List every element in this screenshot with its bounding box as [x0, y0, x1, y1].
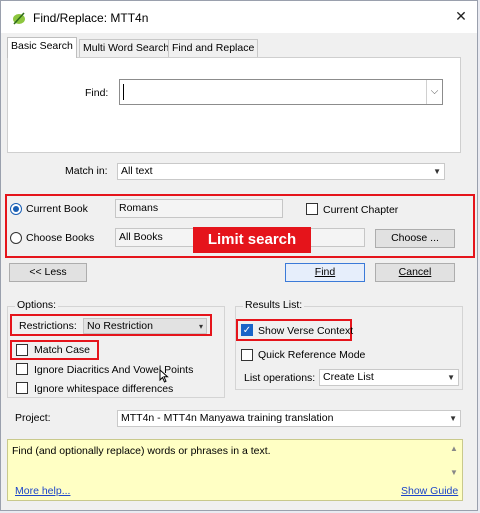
list-operations-select[interactable]: Create List ▼	[319, 369, 459, 386]
choose-books-radio[interactable]	[10, 232, 22, 244]
current-book-label: Current Book	[26, 203, 88, 215]
restrictions-value: No Restriction	[87, 320, 153, 332]
current-book-radio[interactable]	[10, 203, 22, 215]
more-help-link[interactable]: More help...	[15, 485, 70, 497]
help-text: Find (and optionally replace) words or p…	[12, 445, 271, 457]
project-value: MTT4n - MTT4n Manyawa training translati…	[121, 412, 334, 424]
quick-reference-label: Quick Reference Mode	[258, 349, 366, 361]
find-button[interactable]: Find	[285, 263, 365, 282]
list-operations-label: List operations:	[244, 372, 316, 384]
options-title: Options:	[15, 299, 59, 311]
text-caret	[123, 84, 124, 100]
dropdown-arrow-icon: ▾	[198, 322, 203, 331]
current-chapter-checkbox[interactable]	[306, 203, 318, 215]
scroll-up-icon[interactable]: ▲	[450, 444, 458, 453]
scroll-down-icon[interactable]: ▼	[450, 468, 458, 477]
ignore-diacritics-checkbox[interactable]	[16, 363, 28, 375]
find-panel	[7, 57, 461, 153]
restrictions-label: Restrictions:	[19, 320, 77, 332]
find-input[interactable]: ⌵	[119, 79, 443, 105]
ignore-whitespace-label: Ignore whitespace differences	[34, 383, 174, 395]
ignore-whitespace-checkbox[interactable]	[16, 382, 28, 394]
restrictions-select[interactable]: No Restriction ▾	[83, 318, 207, 334]
ignore-diacritics-label: Ignore Diacritics And Vowel Points	[34, 364, 194, 376]
close-icon[interactable]: ✕	[453, 8, 469, 24]
project-select[interactable]: MTT4n - MTT4n Manyawa training translati…	[117, 410, 461, 427]
match-case-checkbox[interactable]	[16, 344, 28, 356]
dropdown-arrow-icon: ▼	[447, 373, 455, 382]
limit-search-callout: Limit search	[193, 227, 311, 253]
choose-books-button[interactable]: Choose ...	[375, 229, 455, 248]
dropdown-arrow-icon: ▼	[449, 414, 457, 423]
title-bar: Find/Replace: MTT4n ✕	[1, 1, 477, 33]
results-list-title: Results List:	[243, 299, 305, 311]
chevron-down-icon[interactable]: ⌵	[426, 80, 442, 104]
less-button[interactable]: << Less	[9, 263, 87, 282]
find-button-label: Find	[314, 266, 336, 278]
find-replace-window: Find/Replace: MTT4n ✕ Basic Search Multi…	[0, 0, 478, 511]
tab-find-and-replace[interactable]: Find and Replace	[168, 39, 259, 57]
find-label: Find:	[85, 87, 109, 99]
paratext-leaf-icon	[11, 10, 27, 26]
cancel-button[interactable]: Cancel	[375, 263, 455, 282]
project-label: Project:	[15, 412, 51, 424]
dropdown-arrow-icon: ▼	[433, 167, 441, 176]
current-chapter-label: Current Chapter	[323, 204, 399, 216]
cancel-button-label: Cancel	[398, 266, 432, 278]
show-verse-context-label: Show Verse Context	[258, 325, 354, 337]
match-in-select[interactable]: All text ▼	[117, 163, 445, 180]
choose-books-label: Choose Books	[26, 232, 95, 244]
match-case-label: Match Case	[34, 344, 91, 356]
help-panel: Find (and optionally replace) words or p…	[7, 439, 463, 501]
list-operations-value: Create List	[323, 371, 374, 383]
tab-basic-search[interactable]: Basic Search	[7, 37, 77, 58]
match-in-value: All text	[121, 165, 153, 177]
current-book-field: Romans	[115, 199, 283, 218]
window-title: Find/Replace: MTT4n	[33, 11, 149, 25]
match-in-label: Match in:	[65, 165, 108, 177]
show-verse-context-checkbox[interactable]: ✓	[241, 324, 253, 336]
mouse-pointer-icon	[159, 368, 169, 386]
show-guide-link[interactable]: Show Guide	[401, 485, 458, 497]
quick-reference-checkbox[interactable]	[241, 349, 253, 361]
tab-multi-word-search[interactable]: Multi Word Search	[79, 39, 174, 57]
